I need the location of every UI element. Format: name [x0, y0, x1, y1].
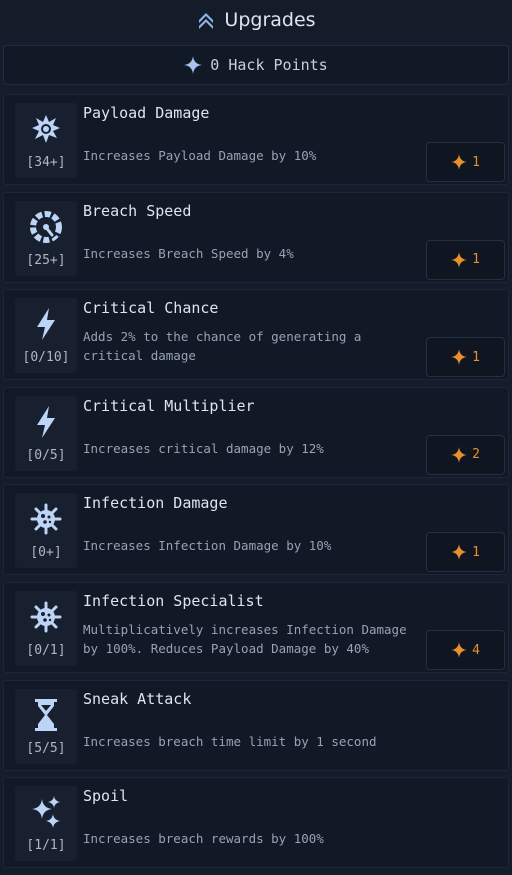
upgrade-name: Infection Specialist — [83, 592, 264, 610]
upgrade-card: [1/1] Spoil Increases breach rewards by 10… — [3, 777, 509, 869]
upgrade-card: [0/5] Critical Multiplier Increases critic… — [3, 386, 509, 478]
page-title: Upgrades — [224, 9, 316, 31]
sparkles-icon — [15, 795, 77, 829]
upgrade-description-line: Increases critical damage by 12% — [83, 440, 324, 456]
upgrade-description-line: by 100%. Reduces Payload Damage by 40% — [83, 641, 369, 656]
speedometer-icon — [15, 210, 77, 244]
upgrade-level: [0/1] — [26, 643, 66, 658]
upgrade-description: Adds 2% to the chance of generating a cri… — [83, 327, 413, 365]
upgrade-icon-box: [34+] — [15, 103, 77, 178]
lightning-icon — [15, 307, 77, 341]
upgrade-description: Multiplicatively increases Infection Dam… — [83, 620, 413, 658]
upgrade-card: [5/5] Sneak Attack Increases breach time l… — [3, 679, 509, 771]
upgrade-name: Spoil — [83, 787, 129, 806]
buy-upgrade-button[interactable]: 1 — [426, 239, 505, 280]
upgrade-level: [0/10] — [22, 350, 70, 366]
upgrade-cost: 2 — [472, 447, 480, 463]
upgrade-description: Increases critical damage by 12% — [83, 439, 413, 458]
hack-point-icon — [451, 544, 468, 561]
buy-upgrade-button[interactable]: 4 — [426, 630, 505, 670]
hack-point-icon — [451, 349, 468, 366]
upgrade-card: [25+] Breach Speed Increases Breach Speed … — [3, 191, 509, 283]
upgrade-card: [0/1] Infection Specialist Multiplicativel… — [3, 582, 509, 673]
double-chevron-up-icon — [196, 10, 216, 30]
upgrade-icon-box: [5/5] — [15, 688, 77, 764]
upgrade-icon-box: [0/10] — [15, 298, 77, 374]
upgrade-description-line: Increases Infection Damage by 10% — [83, 538, 332, 554]
upgrade-cost: 1 — [472, 252, 480, 268]
upgrade-description-line: critical damage — [83, 348, 196, 364]
upgrade-level: [25+] — [26, 252, 66, 268]
upgrade-icon-box: [1/1] — [15, 786, 77, 862]
upgrade-description: Increases breach time limit by 1 second — [83, 732, 413, 751]
buy-upgrade-button[interactable]: 1 — [426, 337, 505, 378]
hack-point-icon — [451, 154, 468, 170]
hack-points-label: 0 Hack Points — [210, 56, 328, 74]
upgrade-name: Infection Damage — [83, 494, 228, 513]
upgrade-description: Increases breach rewards by 100% — [83, 829, 413, 848]
buy-upgrade-button[interactable]: 1 — [426, 142, 505, 182]
buy-upgrade-button[interactable]: 1 — [426, 532, 505, 573]
burst-icon — [15, 112, 77, 146]
upgrade-description: Increases Infection Damage by 10% — [83, 536, 413, 555]
lightning-icon — [15, 405, 77, 439]
upgrade-cost: 4 — [472, 642, 480, 658]
upgrade-icon-box: [0/1] — [15, 591, 77, 666]
upgrade-cost: 1 — [472, 154, 480, 170]
buy-upgrade-button[interactable]: 2 — [426, 434, 505, 475]
upgrade-card: [34+] Payload Damage Increases Payload Dam… — [3, 94, 509, 185]
upgrade-description-line: Increases breach rewards by 100% — [83, 831, 324, 847]
hack-point-icon — [451, 642, 468, 658]
upgrade-level: [5/5] — [26, 740, 66, 756]
hack-point-icon — [451, 251, 468, 268]
virus-icon — [15, 600, 77, 634]
hourglass-icon — [15, 698, 77, 732]
upgrade-name: Critical Multiplier — [83, 396, 255, 415]
upgrade-cost: 1 — [472, 349, 480, 365]
upgrade-name: Sneak Attack — [83, 689, 192, 708]
upgrade-icon-box: [0+] — [15, 493, 77, 569]
hack-point-icon — [451, 446, 468, 463]
upgrade-level: [0+] — [30, 545, 62, 561]
upgrade-description-line: Adds 2% to the chance of generating a — [83, 329, 362, 345]
upgrade-name: Critical Chance — [83, 299, 219, 318]
sparkle-icon — [184, 56, 203, 74]
upgrade-name: Breach Speed — [83, 201, 192, 220]
upgrade-description-line: Increases breach time limit by 1 second — [83, 733, 377, 749]
upgrade-description: Increases Breach Speed by 4% — [83, 244, 413, 263]
upgrade-level: [0/5] — [26, 447, 66, 463]
upgrade-name: Payload Damage — [83, 104, 210, 122]
upgrade-level: [34+] — [26, 155, 66, 170]
upgrade-level: [1/1] — [26, 838, 66, 854]
upgrade-icon-box: [0/5] — [15, 395, 77, 471]
virus-icon — [15, 502, 77, 536]
header: Upgrades — [0, 0, 512, 40]
upgrade-cost: 1 — [472, 544, 480, 560]
upgrade-description-line: Multiplicatively increases Infection Dam… — [83, 622, 407, 637]
upgrade-icon-box: [25+] — [15, 200, 77, 276]
upgrade-description: Increases Payload Damage by 10% — [83, 146, 413, 165]
upgrade-description-line: Increases Breach Speed by 4% — [83, 245, 294, 261]
upgrade-card: [0+] Infection Damage Increases Infection … — [3, 484, 509, 576]
upgrade-description-line: Increases Payload Damage by 10% — [83, 148, 317, 163]
upgrade-card: [0/10] Critical Chance Adds 2% to the chan… — [3, 289, 509, 381]
hack-points-display: 0 Hack Points — [3, 45, 509, 85]
